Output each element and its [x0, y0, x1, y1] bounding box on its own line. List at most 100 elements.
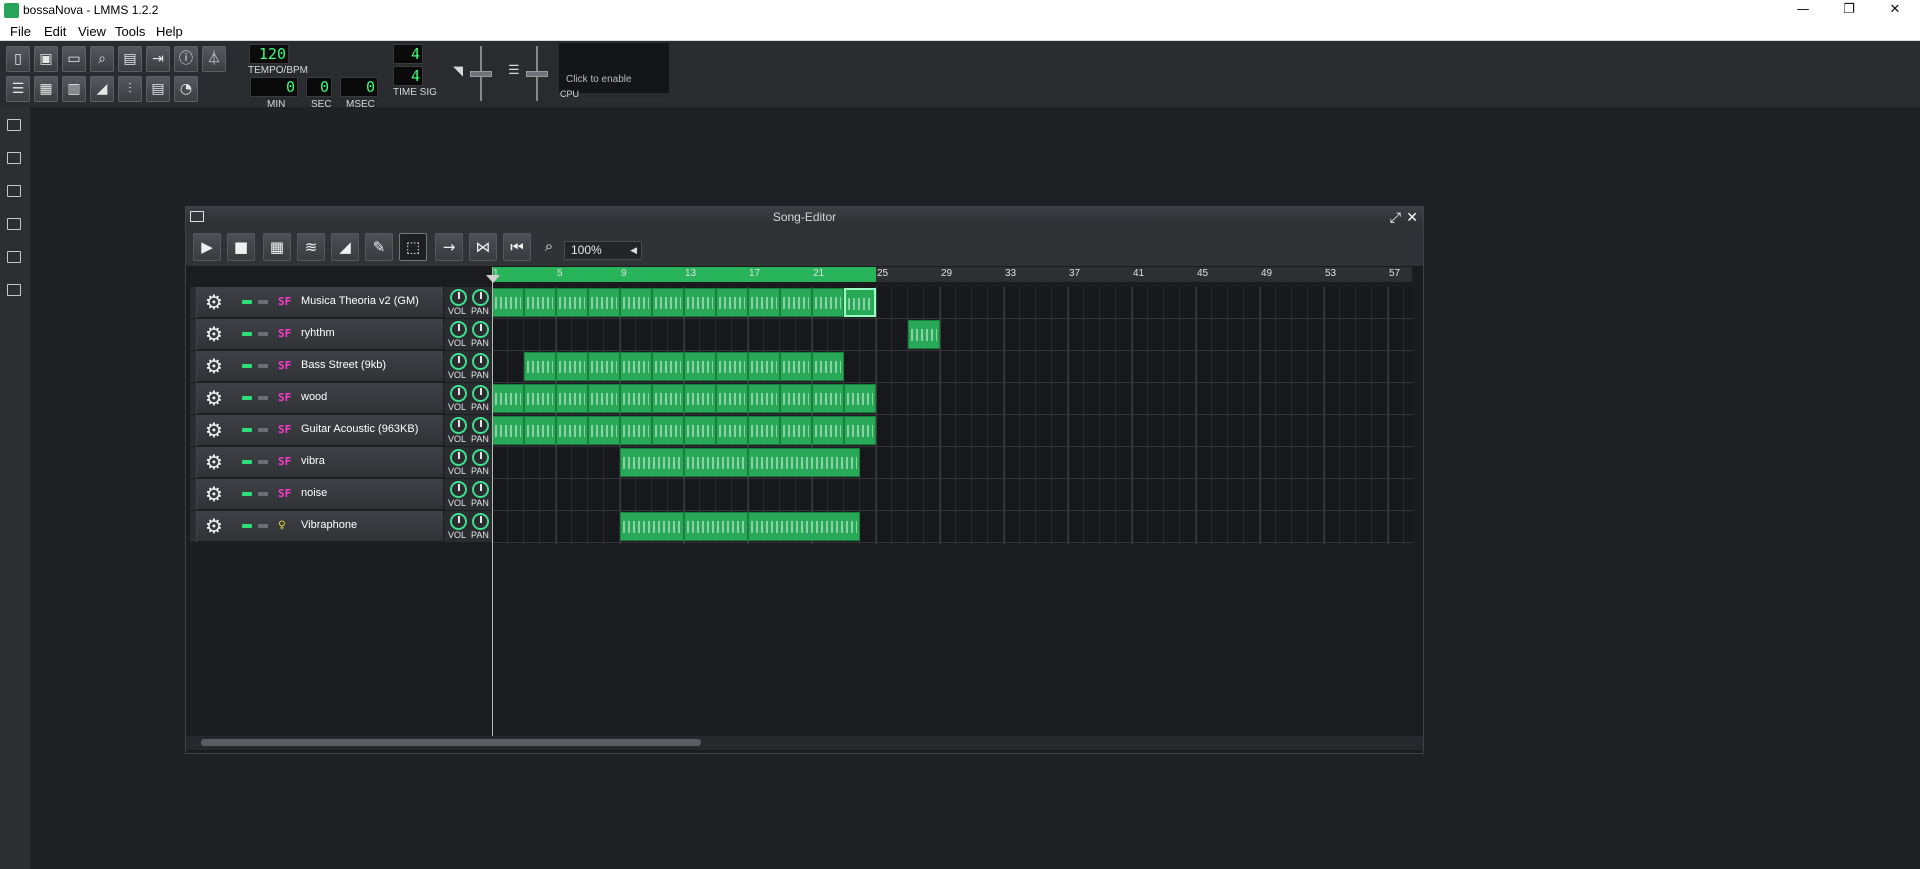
my-presets-icon[interactable]	[7, 218, 21, 230]
pattern-grid[interactable]	[492, 287, 1412, 544]
computer-icon[interactable]	[7, 284, 21, 296]
pattern-clip[interactable]	[492, 384, 524, 413]
stop-behaviour-button[interactable]: ⏮	[503, 233, 531, 261]
soundfont-icon[interactable]: SF	[278, 487, 294, 501]
zoom-button[interactable]: ⌕	[535, 233, 563, 261]
song-editor-button[interactable]: ☰	[6, 76, 30, 102]
track-row[interactable]: ⚙ SF noise VOL PAN	[190, 479, 495, 510]
pattern-clip[interactable]	[716, 288, 748, 317]
horizontal-scrollbar[interactable]	[186, 736, 1423, 750]
volume-knob[interactable]	[450, 449, 467, 466]
minimize-button[interactable]: —	[1780, 0, 1826, 21]
beat-bassline-editor-button[interactable]: ▦	[34, 76, 58, 102]
gear-icon[interactable]: ⚙	[205, 419, 223, 441]
menu-tools[interactable]: Tools	[115, 24, 145, 39]
volume-knob[interactable]	[450, 289, 467, 306]
pattern-clip[interactable]	[492, 288, 524, 317]
pattern-clip[interactable]	[524, 352, 556, 381]
soundfont-icon[interactable]: SF	[278, 423, 294, 437]
export-button[interactable]: ⇥	[146, 46, 170, 72]
maximize-subwindow-icon[interactable]: ⤢	[1390, 207, 1401, 227]
pattern-clip[interactable]	[748, 512, 860, 541]
mute-button[interactable]	[242, 524, 252, 528]
volume-knob[interactable]	[450, 481, 467, 498]
pattern-clip[interactable]	[620, 416, 652, 445]
pattern-clip[interactable]	[524, 384, 556, 413]
zoom-select[interactable]: 100% ◀	[564, 241, 642, 260]
pattern-clip[interactable]	[620, 352, 652, 381]
mute-button[interactable]	[242, 332, 252, 336]
gear-icon[interactable]: ⚙	[205, 355, 223, 377]
solo-button[interactable]	[258, 428, 268, 432]
pattern-clip[interactable]	[620, 512, 684, 541]
track-row[interactable]: ⚙ ♀ Vibraphone VOL PAN	[190, 511, 495, 542]
pattern-clip[interactable]	[684, 512, 748, 541]
pattern-clip[interactable]	[588, 384, 620, 413]
time-sig-denominator[interactable]: 4	[393, 66, 423, 86]
play-button[interactable]: ▶	[193, 233, 221, 261]
cpu-load-panel[interactable]: Click to enable CPU	[558, 42, 670, 100]
pattern-clip[interactable]	[780, 384, 812, 413]
draw-mode-button[interactable]: ✎	[365, 233, 393, 261]
pan-knob[interactable]	[472, 417, 489, 434]
close-button[interactable]: ✕	[1872, 0, 1918, 21]
track-name[interactable]: ryhthm	[301, 327, 335, 339]
menu-help[interactable]: Help	[156, 24, 183, 39]
save-project-button[interactable]: ▤	[118, 46, 142, 72]
menu-edit[interactable]: Edit	[44, 24, 66, 39]
soundfont-icon[interactable]: SF	[278, 455, 294, 469]
track-name[interactable]: wood	[301, 391, 327, 403]
menu-view[interactable]: View	[78, 24, 106, 39]
pattern-clip[interactable]	[684, 448, 748, 477]
mute-button[interactable]	[242, 460, 252, 464]
track-row[interactable]: ⚙ SF wood VOL PAN	[190, 383, 495, 414]
playhead-marker[interactable]	[486, 275, 500, 283]
pattern-clip[interactable]	[620, 448, 684, 477]
instrument-plugins-icon[interactable]	[7, 119, 21, 131]
my-samples-icon[interactable]	[7, 185, 21, 197]
track-drag-handle[interactable]	[190, 287, 197, 318]
pattern-clip[interactable]	[620, 288, 652, 317]
controller-rack-button[interactable]: ◔	[174, 76, 198, 102]
track-row[interactable]: ⚙ SF Musica Theoria v2 (GM) VOL PAN	[190, 287, 495, 318]
pattern-clip[interactable]	[620, 384, 652, 413]
pattern-clip[interactable]	[556, 352, 588, 381]
pattern-clip[interactable]	[556, 384, 588, 413]
pattern-clip[interactable]	[684, 384, 716, 413]
pan-knob[interactable]	[472, 385, 489, 402]
mixer-button[interactable]: ⫶	[118, 76, 142, 102]
mute-button[interactable]	[242, 364, 252, 368]
home-folder-icon[interactable]	[7, 251, 21, 263]
mute-button[interactable]	[242, 492, 252, 496]
pattern-clip[interactable]	[652, 288, 684, 317]
pattern-clip[interactable]	[780, 416, 812, 445]
timeline-ruler[interactable]: 1 5 9 13 17 21 25 29 33 37 41 45 49 53 57	[492, 267, 1412, 283]
vibed-instrument-icon[interactable]: ♀	[278, 519, 294, 533]
track-drag-handle[interactable]	[190, 351, 197, 382]
pattern-clip[interactable]	[780, 352, 812, 381]
pattern-clip[interactable]	[716, 416, 748, 445]
solo-button[interactable]	[258, 492, 268, 496]
automation-editor-button[interactable]: ◢	[90, 76, 114, 102]
track-name[interactable]: Guitar Acoustic (963KB)	[301, 423, 418, 435]
pattern-clip[interactable]	[812, 352, 844, 381]
soundfont-icon[interactable]: SF	[278, 391, 294, 405]
stop-button[interactable]: ■	[227, 233, 255, 261]
pan-knob[interactable]	[472, 481, 489, 498]
gear-icon[interactable]: ⚙	[205, 387, 223, 409]
open-project-button[interactable]: ▭	[62, 46, 86, 72]
pan-knob[interactable]	[472, 513, 489, 530]
add-beat-bassline-button[interactable]: ▦	[263, 233, 291, 261]
solo-button[interactable]	[258, 396, 268, 400]
loop-points-button[interactable]: ⋈	[469, 233, 497, 261]
mute-button[interactable]	[242, 300, 252, 304]
piano-roll-button[interactable]: ▥	[62, 76, 86, 102]
soundfont-icon[interactable]: SF	[278, 327, 294, 341]
pattern-clip[interactable]	[844, 288, 876, 317]
solo-button[interactable]	[258, 332, 268, 336]
pattern-clip[interactable]	[524, 416, 556, 445]
mute-button[interactable]	[242, 428, 252, 432]
solo-button[interactable]	[258, 364, 268, 368]
pattern-clip[interactable]	[652, 352, 684, 381]
pattern-clip[interactable]	[588, 288, 620, 317]
